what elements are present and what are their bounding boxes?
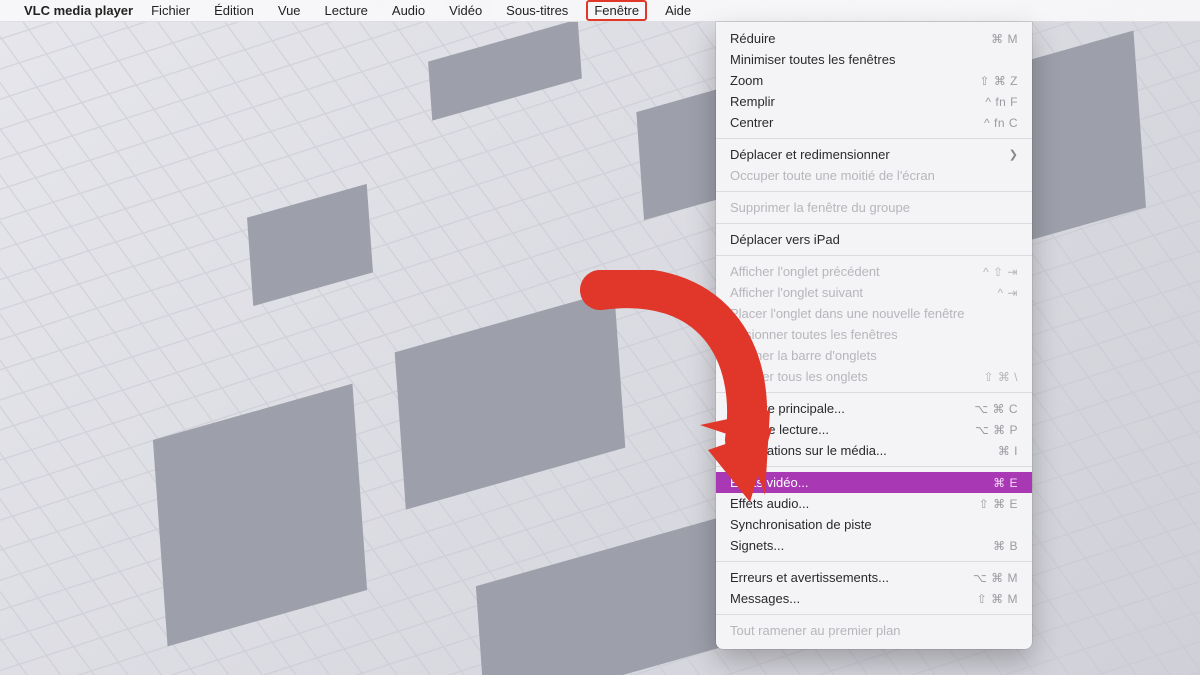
menuitem-label: Afficher l'onglet suivant — [730, 285, 989, 300]
window-menu-dropdown: Réduire ⌘ M Minimiser toutes les fenêtres Z… — [716, 22, 1032, 649]
app-name[interactable]: VLC media player — [24, 3, 133, 18]
menu-separator — [716, 466, 1032, 467]
menuitem-remplir[interactable]: Remplir ^ fn F — [716, 91, 1032, 112]
menuitem-occuper-toute-une-moitie-de-l-ecran: Occuper toute une moitié de l'écran — [716, 165, 1032, 186]
menuitem-shortcut: ⌥ ⌘ P — [975, 423, 1018, 437]
menuitem-label: Supprimer la fenêtre du groupe — [730, 200, 1018, 215]
menuitem-messages[interactable]: Messages... ⇧ ⌘ M — [716, 588, 1032, 609]
menu-audio[interactable]: Audio — [388, 1, 429, 20]
menu-sous-titres[interactable]: Sous-titres — [502, 1, 572, 20]
menu-lecture[interactable]: Lecture — [321, 1, 372, 20]
menuitem-label: Informations sur le média... — [730, 443, 990, 458]
menuitem-liste-de-lecture[interactable]: Liste de lecture... ⌥ ⌘ P — [716, 419, 1032, 440]
menu-aide[interactable]: Aide — [661, 1, 695, 20]
menuitem-shortcut: ⌘ E — [993, 476, 1018, 490]
menuitem-shortcut: ⌥ ⌘ M — [973, 571, 1018, 585]
menuitem-minimiser-toutes-les-fenetres[interactable]: Minimiser toutes les fenêtres — [716, 49, 1032, 70]
menuitem-signets[interactable]: Signets... ⌘ B — [716, 535, 1032, 556]
menuitem-fusionner-toutes-les-fenetres: Fusionner toutes les fenêtres — [716, 324, 1032, 345]
menu-separator — [716, 191, 1032, 192]
menuitem-label: Fenêtre principale... — [730, 401, 966, 416]
menuitem-label: Messages... — [730, 591, 969, 606]
menuitem-label: Afficher l'onglet précédent — [730, 264, 975, 279]
menuitem-label: Occuper toute une moitié de l'écran — [730, 168, 1018, 183]
menuitem-shortcut: ⇧ ⌘ Z — [979, 74, 1018, 88]
menuitem-zoom[interactable]: Zoom ⇧ ⌘ Z — [716, 70, 1032, 91]
menuitem-shortcut: ⇧ ⌘ E — [979, 497, 1018, 511]
menuitem-afficher-l-onglet-suivant: Afficher l'onglet suivant ^ ⇥ — [716, 282, 1032, 303]
menuitem-shortcut: ⌥ ⌘ C — [974, 402, 1018, 416]
menuitem-shortcut: ^ fn C — [984, 116, 1018, 130]
menuitem-centrer[interactable]: Centrer ^ fn C — [716, 112, 1032, 133]
menu-separator — [716, 561, 1032, 562]
menuitem-shortcut: ⌘ M — [991, 32, 1018, 46]
menuitem-label: Centrer — [730, 115, 976, 130]
menu-video[interactable]: Vidéo — [445, 1, 486, 20]
menu-fenetre[interactable]: Fenêtre — [588, 2, 645, 19]
menu-separator — [716, 392, 1032, 393]
menuitem-label: Déplacer vers iPad — [730, 232, 1018, 247]
menuitem-supprimer-la-fenetre-du-groupe: Supprimer la fenêtre du groupe — [716, 197, 1032, 218]
menuitem-label: Signets... — [730, 538, 985, 553]
menuitem-shortcut: ⇧ ⌘ \ — [983, 370, 1018, 384]
menuitem-reduire[interactable]: Réduire ⌘ M — [716, 28, 1032, 49]
menu-edition[interactable]: Édition — [210, 1, 258, 20]
menuitem-shortcut: ^ ⇥ — [997, 286, 1018, 300]
menuitem-label: Effets vidéo... — [730, 475, 985, 490]
menuitem-label: Erreurs et avertissements... — [730, 570, 965, 585]
menuitem-placer-l-onglet-dans-une-nouvelle-fenetre: Placer l'onglet dans une nouvelle fenêtr… — [716, 303, 1032, 324]
menubar: VLC media player Fichier Édition Vue Lectur… — [0, 0, 1200, 22]
menuitem-label: Zoom — [730, 73, 971, 88]
menuitem-informations-sur-le-media[interactable]: Informations sur le média... ⌘ I — [716, 440, 1032, 461]
menuitem-shortcut: ^ fn F — [985, 95, 1018, 109]
menuitem-effets-video[interactable]: Effets vidéo... ⌘ E — [716, 472, 1032, 493]
menuitem-label: Tout ramener au premier plan — [730, 623, 1018, 638]
menuitem-erreurs-et-avertissements[interactable]: Erreurs et avertissements... ⌥ ⌘ M — [716, 567, 1032, 588]
menuitem-fenetre-principale[interactable]: Fenêtre principale... ⌥ ⌘ C — [716, 398, 1032, 419]
menuitem-shortcut: ⌘ I — [998, 444, 1018, 458]
menu-separator — [716, 223, 1032, 224]
menuitem-label: Afficher la barre d'onglets — [730, 348, 1018, 363]
menuitem-tout-ramener-au-premier-plan: Tout ramener au premier plan — [716, 620, 1032, 641]
menu-fichier[interactable]: Fichier — [147, 1, 194, 20]
menu-vue[interactable]: Vue — [274, 1, 305, 20]
menu-separator — [716, 138, 1032, 139]
menuitem-shortcut: ⌘ B — [993, 539, 1018, 553]
menuitem-label: Placer l'onglet dans une nouvelle fenêtr… — [730, 306, 1018, 321]
menuitem-shortcut: ^ ⇧ ⇥ — [983, 265, 1018, 279]
menuitem-afficher-l-onglet-precedent: Afficher l'onglet précédent ^ ⇧ ⇥ — [716, 261, 1032, 282]
menuitem-deplacer-et-redimensionner[interactable]: Déplacer et redimensionner ❯ — [716, 144, 1032, 165]
menuitem-label: Synchronisation de piste — [730, 517, 1018, 532]
menuitem-label: Fusionner toutes les fenêtres — [730, 327, 1018, 342]
menu-separator — [716, 255, 1032, 256]
menuitem-label: Liste de lecture... — [730, 422, 967, 437]
menuitem-label: Remplir — [730, 94, 977, 109]
menu-separator — [716, 614, 1032, 615]
chevron-right-icon: ❯ — [1009, 148, 1018, 161]
menuitem-afficher-la-barre-d-onglets: Afficher la barre d'onglets — [716, 345, 1032, 366]
menuitem-afficher-tous-les-onglets: Afficher tous les onglets ⇧ ⌘ \ — [716, 366, 1032, 387]
menuitem-label: Déplacer et redimensionner — [730, 147, 1001, 162]
menuitem-label: Afficher tous les onglets — [730, 369, 975, 384]
menuitem-label: Minimiser toutes les fenêtres — [730, 52, 1018, 67]
menuitem-shortcut: ⇧ ⌘ M — [977, 592, 1018, 606]
menuitem-label: Réduire — [730, 31, 983, 46]
menuitem-synchronisation-de-piste[interactable]: Synchronisation de piste — [716, 514, 1032, 535]
menuitem-effets-audio[interactable]: Effets audio... ⇧ ⌘ E — [716, 493, 1032, 514]
menuitem-label: Effets audio... — [730, 496, 971, 511]
menuitem-deplacer-vers-ipad[interactable]: Déplacer vers iPad — [716, 229, 1032, 250]
